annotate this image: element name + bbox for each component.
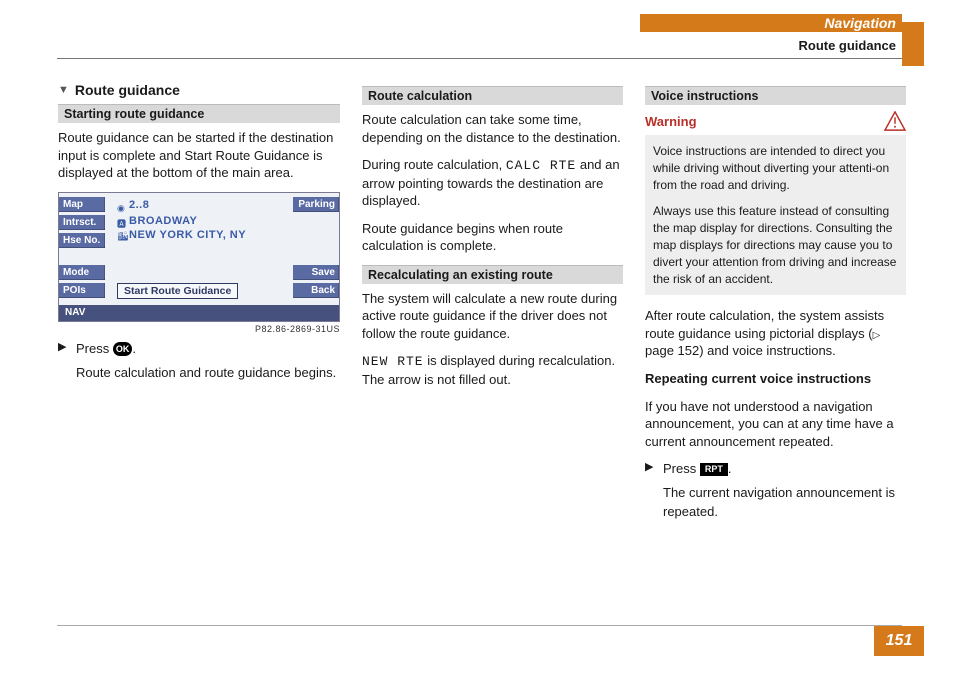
warning-paragraph: Voice instructions are intended to direc… xyxy=(653,143,898,193)
figure-caption: P82.86-2869-31US xyxy=(58,324,340,334)
nav-unit-figure: Map Intrsct. Hse No. Mode POIs Parking S… xyxy=(58,192,340,334)
warning-triangle-icon xyxy=(884,111,906,131)
subhead-recalculating: Recalculating an existing route xyxy=(362,265,623,284)
nav-btn-save: Save xyxy=(293,265,339,280)
paragraph: Route calculation can take some time, de… xyxy=(362,111,623,146)
warning-header: Warning xyxy=(645,111,906,131)
step-marker-blank xyxy=(58,364,76,382)
display-text-calc-rte: CALC RTE xyxy=(506,158,576,173)
step-marker-icon: ▶ xyxy=(58,340,76,358)
subhead-repeating-voice: Repeating current voice instructions xyxy=(645,370,906,388)
nav-address-number: 2..8 xyxy=(117,199,149,211)
header-rule xyxy=(57,58,902,59)
rpt-button-icon: RPT xyxy=(700,463,728,476)
nav-address-road: BROADWAY xyxy=(129,215,197,227)
paragraph: If you have not understood a navigation … xyxy=(645,398,906,451)
display-text-new-rte: NEW RTE xyxy=(362,354,424,369)
header-sub-title: Route guidance xyxy=(640,38,902,53)
paragraph: Route guidance begins when route calcula… xyxy=(362,220,623,255)
paragraph: After route calculation, the system assi… xyxy=(645,307,906,360)
nav-unit-footer: NAV xyxy=(59,305,339,321)
nav-address-city: NEW YORK CITY, NY xyxy=(129,229,246,241)
warning-box: Voice instructions are intended to direc… xyxy=(645,135,906,295)
warning-label: Warning xyxy=(645,114,697,129)
header-main-title: Navigation xyxy=(640,14,902,32)
step-marker-blank xyxy=(645,484,663,520)
paragraph: During route calculation, CALC RTE and a… xyxy=(362,156,623,210)
nav-btn-mode: Mode xyxy=(59,265,105,280)
subhead-starting-route-guidance: Starting route guidance xyxy=(58,104,340,123)
column-1: ▼ Route guidance Starting route guidance… xyxy=(58,82,340,525)
side-tab xyxy=(902,22,924,66)
paragraph: The system will calculate a new route du… xyxy=(362,290,623,343)
paragraph: NEW RTE is displayed during recalculatio… xyxy=(362,352,623,388)
xref-caret-icon: ▷ xyxy=(873,330,881,341)
column-3: Voice instructions Warning Voice instruc… xyxy=(645,82,906,525)
step-press-ok: ▶ Press OK. xyxy=(58,340,340,358)
nav-btn-map: Map xyxy=(59,197,105,212)
nav-btn-start-route-guidance: Start Route Guidance xyxy=(117,283,238,299)
step-indent-text: The current navigation announcement is r… xyxy=(663,484,906,520)
subhead-voice-instructions: Voice instructions xyxy=(645,86,906,105)
down-caret-icon: ▼ xyxy=(58,84,69,96)
columns: ▼ Route guidance Starting route guidance… xyxy=(0,82,954,525)
step-indent: The current navigation announcement is r… xyxy=(645,484,906,520)
nav-btn-hseno: Hse No. xyxy=(59,233,105,248)
step-indent-text: Route calculation and route guidance beg… xyxy=(76,364,336,382)
column-2: Route calculation Route calculation can … xyxy=(362,82,623,525)
page-header: Navigation Route guidance xyxy=(0,14,954,70)
paragraph: Route guidance can be started if the des… xyxy=(58,129,340,182)
step-indent: Route calculation and route guidance beg… xyxy=(58,364,340,382)
road-icon: 🅰 xyxy=(117,217,126,230)
warning-paragraph: Always use this feature instead of consu… xyxy=(653,203,898,287)
nav-unit-screen: Map Intrsct. Hse No. Mode POIs Parking S… xyxy=(59,193,339,305)
ok-button-icon: OK xyxy=(113,342,133,356)
nav-unit-border: Map Intrsct. Hse No. Mode POIs Parking S… xyxy=(58,192,340,322)
nav-btn-parking: Parking xyxy=(293,197,339,212)
step-text: Press RPT. xyxy=(663,460,731,478)
city-icon: 🏙 xyxy=(117,231,128,242)
page-number: 151 xyxy=(874,626,924,656)
step-text: Press OK. xyxy=(76,340,136,358)
step-press-rpt: ▶ Press RPT. xyxy=(645,460,906,478)
footer-rule xyxy=(57,625,902,626)
section-title: ▼ Route guidance xyxy=(58,82,340,98)
subhead-route-calculation: Route calculation xyxy=(362,86,623,105)
nav-btn-back: Back xyxy=(293,283,339,298)
section-title-text: Route guidance xyxy=(75,82,180,98)
step-marker-icon: ▶ xyxy=(645,460,663,478)
nav-btn-intrsct: Intrsct. xyxy=(59,215,105,230)
nav-btn-pois: POIs xyxy=(59,283,105,298)
